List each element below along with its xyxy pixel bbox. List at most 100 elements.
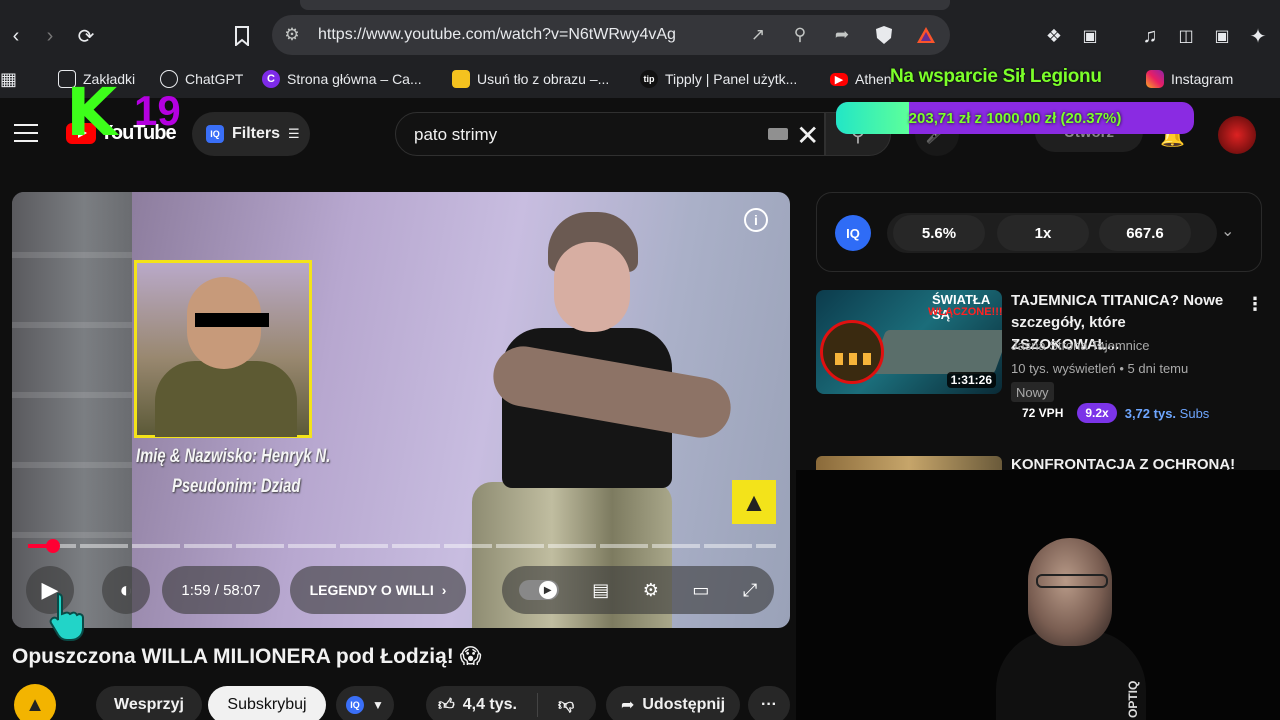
tipply-icon: tip: [640, 70, 658, 88]
reload-icon[interactable]: ⟳: [72, 22, 100, 50]
extensions-icon[interactable]: ❖: [1040, 22, 1068, 50]
channel-watermark-icon[interactable]: ▲: [732, 480, 776, 524]
clear-search-icon[interactable]: ✕: [796, 119, 819, 152]
theater-mode-icon[interactable]: ▭: [692, 580, 709, 601]
search-input[interactable]: pato strimy ✕: [395, 112, 825, 156]
chapter-button[interactable]: LEGENDY O WILLI ›: [290, 566, 466, 614]
leo-ai-icon[interactable]: ✦: [1244, 22, 1272, 50]
donation-goal-title: Na wsparcie Sił Legionu: [890, 66, 1102, 87]
site-settings-icon[interactable]: ⚙: [280, 23, 304, 47]
dislike-button[interactable]: 👎︎: [558, 696, 574, 715]
autoplay-toggle-icon[interactable]: ▶: [518, 580, 559, 600]
volume-button[interactable]: ◐: [102, 566, 150, 614]
bookmark-label: Usuń tło z obrazu –...: [477, 71, 610, 87]
more-options-icon[interactable]: ⋮: [1246, 294, 1264, 315]
bookmark-item[interactable]: Usuń tło z obrazu –...: [452, 69, 609, 89]
more-actions-button[interactable]: ···: [748, 686, 790, 720]
bookmark-star-icon[interactable]: [228, 22, 256, 50]
forward-icon[interactable]: ›: [36, 22, 64, 50]
new-badge: Nowy: [1011, 382, 1054, 402]
time-text: 1:59 / 58:07: [181, 581, 261, 599]
like-count: 4,4 tys.: [462, 696, 517, 713]
censor-bar: [195, 313, 269, 327]
recommendation-item[interactable]: KONFRONTACJA Z OCHRONĄ!: [816, 456, 1262, 470]
thumbs-up-icon: 👍︎: [438, 696, 455, 714]
chevron-down-icon: ▼: [372, 698, 384, 712]
browser-toolbar: ‹ › ⟳ ⚙ https://www.youtube.com/watch?v=…: [0, 12, 1280, 60]
stream-logo-overlay: K 19: [66, 80, 196, 150]
info-icon[interactable]: i: [744, 208, 768, 232]
support-label: Wesprzyj: [114, 696, 184, 713]
video-player[interactable]: Imię & Nazwisko: Henryk N. Pseudonim: Dz…: [12, 192, 790, 628]
bookmark-label: Instagram: [1171, 71, 1234, 87]
bookmark-item[interactable]: Instagram: [1146, 69, 1233, 89]
chevron-down-icon[interactable]: ⌄: [1221, 221, 1234, 241]
recommendation-title[interactable]: KONFRONTACJA Z OCHRONĄ!: [1011, 456, 1235, 470]
inset-caption-nickname: Pseudonim: Dziad: [172, 476, 301, 497]
bookmark-item[interactable]: ▶ Athen: [830, 69, 892, 89]
player-right-controls: ▶ ▤ ⚙ ▭ ⤢: [502, 566, 774, 614]
reader-icon[interactable]: ▣: [1076, 22, 1104, 50]
apps-icon[interactable]: ▦: [0, 69, 17, 89]
microphone-brand: OPTIQ: [1126, 680, 1140, 718]
vidiq-stat-vph: 667.6: [1099, 215, 1191, 251]
vidiq-menu-button[interactable]: IQ ▼: [336, 686, 394, 720]
sidebar-icon[interactable]: ◫: [1172, 22, 1200, 50]
share-button[interactable]: ➦ Udostępnij: [606, 686, 740, 720]
support-button[interactable]: Wesprzyj: [96, 686, 202, 720]
vidiq-filters-button[interactable]: IQ Filters ☰: [192, 112, 310, 156]
zoom-icon[interactable]: ⚲: [788, 23, 812, 47]
menu-icon[interactable]: [14, 124, 38, 142]
share-arrow-icon: ➦: [620, 697, 635, 714]
recommendation-meta: 10 tys. wyświetleń • 5 dni temu: [1011, 361, 1189, 376]
tab-strip: [0, 0, 1280, 12]
removebg-icon: [452, 70, 470, 88]
video-title: Opuszczona WILLA MILIONERA pod Łodzią! 😱: [12, 645, 482, 668]
canva-icon: C: [262, 70, 280, 88]
fullscreen-icon[interactable]: ⤢: [743, 580, 757, 601]
instagram-icon: [1146, 70, 1164, 88]
video-inset-photo: [134, 260, 312, 438]
time-display: 1:59 / 58:07: [162, 566, 280, 614]
like-button[interactable]: 👍︎ 4,4 tys.: [438, 696, 517, 715]
subs-value: 3,72 tys.: [1124, 405, 1177, 421]
bookmark-label: Athen: [855, 71, 892, 87]
thumbs-down-icon: 👎︎: [558, 696, 575, 714]
subscribe-label: Subskrybuj: [227, 696, 307, 713]
video-frame-wall: [12, 192, 132, 628]
more-icon: ···: [761, 696, 777, 713]
recommendation-thumbnail[interactable]: [816, 456, 1002, 470]
vph-badge: 72 VPH: [1022, 406, 1064, 420]
recommendation-item[interactable]: ŚWIATŁA SĄ WŁĄCZONE!!! 1:31:26 TAJEMNICA…: [816, 290, 1264, 430]
recommendation-channel[interactable]: Jasna Strona Tajemnice: [1011, 338, 1150, 353]
vidiq-logo-icon[interactable]: IQ: [835, 215, 871, 251]
subscribe-button[interactable]: Subskrybuj: [208, 686, 326, 720]
chapter-title: LEGENDY O WILLI: [309, 582, 434, 598]
sliders-icon: ☰: [288, 126, 300, 141]
back-icon[interactable]: ‹: [2, 22, 30, 50]
keyboard-icon[interactable]: [768, 128, 788, 140]
account-avatar[interactable]: [1218, 116, 1256, 154]
open-external-icon[interactable]: ↗: [746, 23, 770, 47]
recommendation-thumbnail[interactable]: ŚWIATŁA SĄ WŁĄCZONE!!! 1:31:26: [816, 290, 1002, 394]
active-tab[interactable]: [300, 0, 950, 10]
bookmark-item[interactable]: C Strona główna – Ca...: [262, 69, 422, 89]
filters-label: Filters: [232, 125, 281, 142]
share-icon[interactable]: ➦: [830, 23, 854, 47]
subtitles-icon[interactable]: ▤: [592, 580, 609, 601]
stream-logo-number: 19: [134, 87, 181, 134]
youtube-icon: ▶: [830, 72, 848, 86]
vidiq-icon: IQ: [206, 125, 224, 143]
media-icon[interactable]: ♫: [1136, 22, 1164, 50]
progress-bar[interactable]: [28, 544, 776, 548]
vidiq-badges: 72 VPH 9.2x 3,72 tys. Subs: [1016, 402, 1209, 424]
vidiq-stat-multiplier: 1x: [997, 215, 1089, 251]
brave-shield-icon[interactable]: [872, 23, 896, 47]
address-bar[interactable]: ⚙ https://www.youtube.com/watch?v=N6tWRw…: [272, 15, 950, 55]
bookmark-item[interactable]: tip Tipply | Panel użytk...: [640, 69, 797, 89]
settings-gear-icon[interactable]: ⚙: [643, 580, 659, 601]
channel-avatar[interactable]: ▲: [14, 684, 56, 720]
brave-rewards-icon[interactable]: [914, 23, 938, 47]
hand-cursor-icon: [49, 592, 84, 641]
wallet-icon[interactable]: ▣: [1208, 22, 1236, 50]
